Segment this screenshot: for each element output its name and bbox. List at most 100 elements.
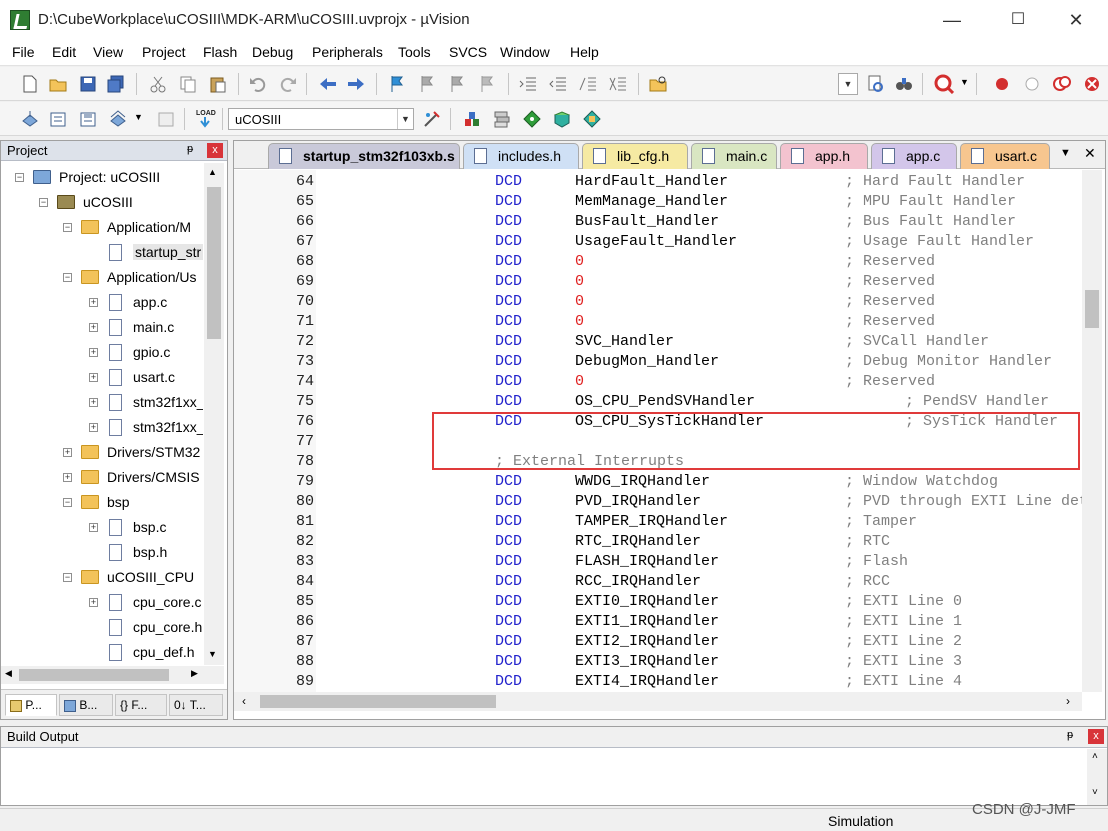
expand-icon[interactable]: + [89,398,98,407]
incremental-find-icon[interactable] [866,74,886,94]
download-load-icon[interactable]: LOAD [194,107,216,131]
batch-build-icon[interactable] [108,109,128,129]
scroll-thumb[interactable] [19,669,169,681]
expand-icon[interactable]: + [89,423,98,432]
clear-bookmarks-icon[interactable] [478,74,498,94]
menu-tools[interactable]: Tools [398,44,431,60]
scroll-left-icon[interactable]: ◀ [5,668,12,679]
tree-item[interactable]: + cpu_core.c [1,591,201,616]
menu-help[interactable]: Help [570,44,599,60]
tree-item[interactable]: − uCOSIII_CPU [1,566,201,591]
code-area[interactable]: 64 DCD HardFault_Handler ; Hard Fault Handl… [234,170,1082,692]
close-window-button[interactable]: ✕ [1056,6,1096,34]
tree-item[interactable]: bsp.h [1,541,201,566]
file-tab[interactable]: includes.h [463,143,579,169]
find-in-files-icon[interactable] [648,74,668,94]
paste-icon[interactable] [208,74,228,94]
build-icon[interactable] [48,109,68,129]
breakpoint-icon[interactable] [992,74,1012,94]
scroll-down-icon[interactable]: ˅ [1092,787,1098,798]
bookmark-icon[interactable] [388,74,408,94]
tab-functions[interactable]: {} F... [115,694,167,716]
build-output-scrollbar[interactable]: ˄ ˅ [1087,749,1107,805]
editor-vertical-scrollbar[interactable] [1082,170,1102,692]
editor-horizontal-scrollbar[interactable]: ‹ › [234,692,1082,711]
scroll-left-icon[interactable]: ‹ [242,694,246,708]
run-time-environment-icon[interactable] [582,109,602,129]
scroll-up-icon[interactable]: ▲ [208,167,217,177]
collapse-icon[interactable]: − [63,573,72,582]
tree-item[interactable]: + app.c [1,291,201,316]
file-tab[interactable]: startup_stm32f103xb.s [268,143,460,169]
tree-item[interactable]: + main.c [1,316,201,341]
file-tab[interactable]: usart.c [960,143,1050,169]
collapse-icon[interactable]: − [63,223,72,232]
close-panel-icon[interactable]: x [1088,729,1104,744]
file-tab[interactable]: lib_cfg.h [582,143,688,169]
tab-books[interactable]: B... [59,694,113,716]
pack-installer-icon[interactable] [552,109,572,129]
expand-icon[interactable]: + [89,323,98,332]
manage-items-icon[interactable] [492,109,512,129]
tree-item[interactable]: startup_str [1,241,203,266]
rebuild-icon[interactable] [78,109,98,129]
expand-icon[interactable]: + [63,473,72,482]
disable-breakpoint-icon[interactable] [1022,74,1042,94]
scroll-up-icon[interactable]: ˄ [1092,751,1098,762]
tree-item[interactable]: + gpio.c [1,341,201,366]
undo-icon[interactable] [248,74,268,94]
menu-flash[interactable]: Flash [203,44,237,60]
pin-icon[interactable]: ᵽ [187,143,193,155]
open-folder-icon[interactable] [48,74,68,94]
menu-file[interactable]: File [12,44,35,60]
tree-item[interactable]: − Application/Us [1,266,201,291]
debug-session-icon[interactable] [934,74,954,94]
file-tab[interactable]: app.c [871,143,957,169]
batch-dropdown-chevron-icon[interactable]: ▼ [134,112,143,122]
maximize-button[interactable]: ☐ [998,6,1038,34]
collapse-icon[interactable]: − [39,198,48,207]
target-select[interactable]: uCOSIII ▼ [228,108,414,130]
stop-build-icon[interactable] [156,109,176,129]
new-file-icon[interactable] [20,74,40,94]
close-tab-icon[interactable]: ✕ [1084,145,1096,162]
find-binoculars-icon[interactable] [894,74,914,94]
target-options-icon[interactable] [422,109,442,129]
tree-item[interactable]: + stm32f1xx_ [1,391,203,416]
tree-item[interactable]: + Drivers/CMSIS [1,466,201,491]
scroll-thumb[interactable] [260,695,496,708]
indent-icon[interactable] [518,74,538,94]
menu-svcs[interactable]: SVCS [449,44,487,60]
prev-bookmark-icon[interactable] [418,74,438,94]
menu-edit[interactable]: Edit [52,44,76,60]
tab-templates[interactable]: 0↓ T... [169,694,223,716]
pin-icon[interactable]: ᵽ [1067,729,1073,741]
expand-icon[interactable]: + [89,298,98,307]
menu-project[interactable]: Project [142,44,186,60]
tree-item[interactable]: − bsp [1,491,201,516]
expand-icon[interactable]: + [89,348,98,357]
expand-icon[interactable]: + [89,598,98,607]
select-pack-icon[interactable] [522,109,542,129]
find-dropdown[interactable]: ▼ [838,73,858,95]
menu-window[interactable]: Window [500,44,550,60]
copy-icon[interactable] [178,74,198,94]
save-icon[interactable] [78,74,98,94]
tree-horizontal-scrollbar[interactable]: ◀ ▶ [1,666,224,684]
expand-icon[interactable]: + [89,373,98,382]
menu-debug[interactable]: Debug [252,44,293,60]
close-panel-icon[interactable]: x [207,143,223,158]
expand-icon[interactable]: + [63,448,72,457]
cut-icon[interactable] [148,74,168,94]
nav-forward-icon[interactable] [346,74,366,94]
scroll-right-icon[interactable]: › [1066,694,1070,708]
collapse-icon[interactable]: − [15,173,24,182]
tab-overflow-icon[interactable]: ▼ [1060,147,1071,159]
tree-item[interactable]: + bsp.c [1,516,201,541]
tree-item[interactable]: − uCOSIII [1,191,201,216]
menu-view[interactable]: View [93,44,123,60]
next-bookmark-icon[interactable] [448,74,468,94]
expand-icon[interactable]: + [89,523,98,532]
scroll-down-icon[interactable]: ▼ [208,649,217,659]
scroll-thumb[interactable] [1085,290,1099,328]
